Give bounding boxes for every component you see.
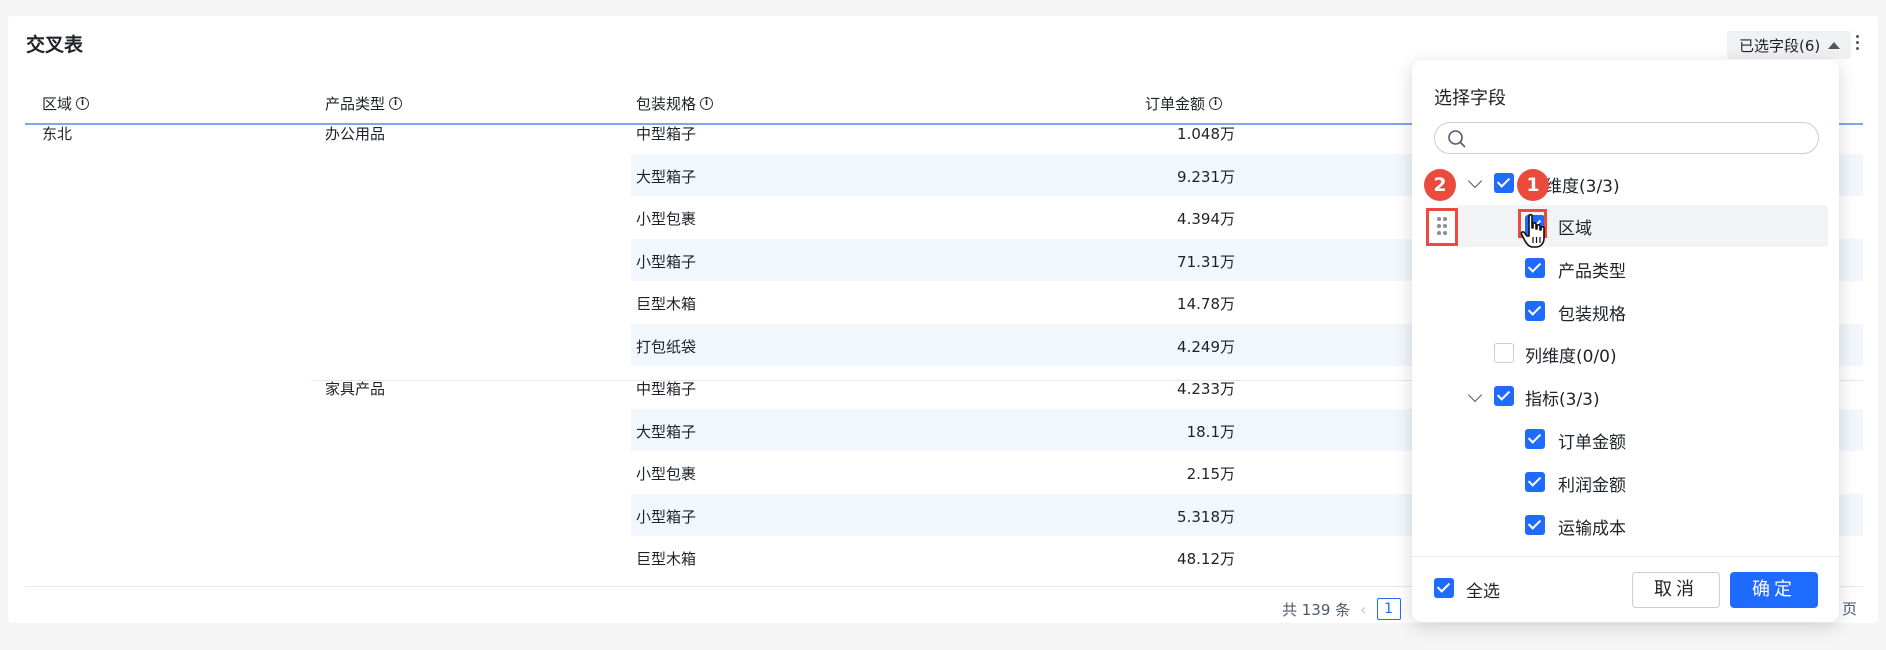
chevron-left-icon[interactable]: ‹ (1360, 600, 1366, 619)
cell-pack-spec: 巨型木箱 (636, 550, 697, 568)
metrics-label: 指标(3/3) (1525, 390, 1600, 410)
row-dimension-checkbox[interactable] (1494, 173, 1514, 193)
shipping-cost-checkbox[interactable] (1525, 515, 1545, 535)
column-dimension-checkbox[interactable] (1494, 343, 1514, 363)
popup-footer-divider (1412, 556, 1839, 557)
info-icon[interactable]: i (389, 97, 403, 110)
cell-order-amount: 1.048万 (1177, 125, 1235, 143)
row-dimension-label: 维度(3/3) (1545, 177, 1620, 197)
metrics-checkbox[interactable] (1494, 386, 1514, 406)
hand-cursor-icon (1520, 213, 1545, 248)
cell-order-amount: 5.318万 (1177, 507, 1235, 526)
cell-product-type: 家具产品 (325, 380, 386, 398)
step-badge-1: 1 (1517, 169, 1549, 201)
cell-order-amount: 9.231万 (1177, 167, 1235, 186)
confirm-button[interactable]: 确定 (1730, 572, 1818, 608)
card-title: 交叉表 (26, 34, 84, 56)
selected-fields-label: 已选字段(6) (1739, 36, 1821, 55)
cell-order-amount: 4.233万 (1177, 380, 1235, 398)
tree-item-label: 运输成本 (1558, 519, 1626, 539)
tree-group-row-dimension[interactable]: 维度(3/3) (1412, 162, 1839, 204)
search-input[interactable] (1473, 127, 1803, 149)
chevron-down-icon[interactable] (1467, 173, 1483, 189)
cell-pack-spec: 大型箱子 (636, 167, 697, 186)
cell-pack-spec: 小型箱子 (636, 252, 697, 271)
chevron-down-icon[interactable] (1467, 387, 1483, 403)
info-icon[interactable]: i (76, 97, 90, 110)
tree-item-label: 包装规格 (1558, 305, 1626, 325)
tree-item-label: 订单金额 (1558, 433, 1626, 453)
cell-pack-spec: 中型箱子 (636, 125, 697, 143)
step-badge-2: 2 (1424, 169, 1456, 201)
pack-spec-checkbox[interactable] (1525, 301, 1545, 321)
cell-pack-spec: 小型包裹 (636, 465, 697, 483)
tree-item-label: 利润金额 (1558, 476, 1626, 496)
info-icon[interactable]: i (700, 97, 714, 110)
cell-order-amount: 4.249万 (1177, 337, 1235, 356)
cell-pack-spec: 小型箱子 (636, 507, 697, 526)
selected-fields-toggle[interactable]: 已选字段(6) (1727, 31, 1851, 59)
cell-order-amount: 14.78万 (1177, 295, 1235, 313)
cell-pack-spec: 大型箱子 (636, 422, 697, 441)
cell-pack-spec: 打包纸袋 (636, 337, 697, 356)
total-count: 共 139 条 (1282, 600, 1351, 619)
cell-order-amount: 18.1万 (1186, 422, 1235, 441)
tree-item-region[interactable] (1456, 205, 1828, 247)
column-dimension-label: 列维度(0/0) (1525, 347, 1617, 367)
order-amount-checkbox[interactable] (1525, 429, 1545, 449)
search-icon (1448, 130, 1466, 148)
popup-title: 选择字段 (1434, 88, 1506, 109)
cell-order-amount: 71.31万 (1177, 252, 1235, 271)
cell-pack-spec: 中型箱子 (636, 380, 697, 398)
info-icon[interactable]: i (1209, 97, 1223, 110)
cell-order-amount: 48.12万 (1177, 550, 1235, 568)
cell-product-type: 办公用品 (325, 125, 386, 143)
cell-pack-spec: 巨型木箱 (636, 295, 697, 313)
tree-item-label: 区域 (1558, 219, 1592, 239)
cancel-button[interactable]: 取消 (1632, 572, 1720, 608)
cell-region: 东北 (42, 125, 73, 143)
caret-up-icon (1828, 41, 1841, 49)
profit-amount-checkbox[interactable] (1525, 472, 1545, 492)
cell-order-amount: 2.15万 (1186, 465, 1235, 483)
cell-pack-spec: 小型包裹 (636, 210, 697, 228)
select-all-checkbox[interactable] (1434, 578, 1454, 598)
cell-order-amount: 4.394万 (1177, 210, 1235, 228)
select-all-label: 全选 (1466, 582, 1500, 602)
drag-handle-icon[interactable] (1437, 216, 1449, 238)
more-options-icon[interactable] (1856, 35, 1860, 53)
page-1-button[interactable]: 1 (1376, 598, 1401, 620)
tree-item-label: 产品类型 (1558, 262, 1626, 282)
pagination: 共 139 条 ‹ 1 (1282, 598, 1401, 620)
product-type-checkbox[interactable] (1525, 258, 1545, 278)
pagination-page-suffix: 页 (1842, 600, 1858, 618)
field-search[interactable] (1434, 122, 1819, 154)
field-selector-popup: 选择字段 维度(3/3) 区域 产品类型 包装规格 列维度(0/0) 指标(3/… (1412, 60, 1839, 622)
